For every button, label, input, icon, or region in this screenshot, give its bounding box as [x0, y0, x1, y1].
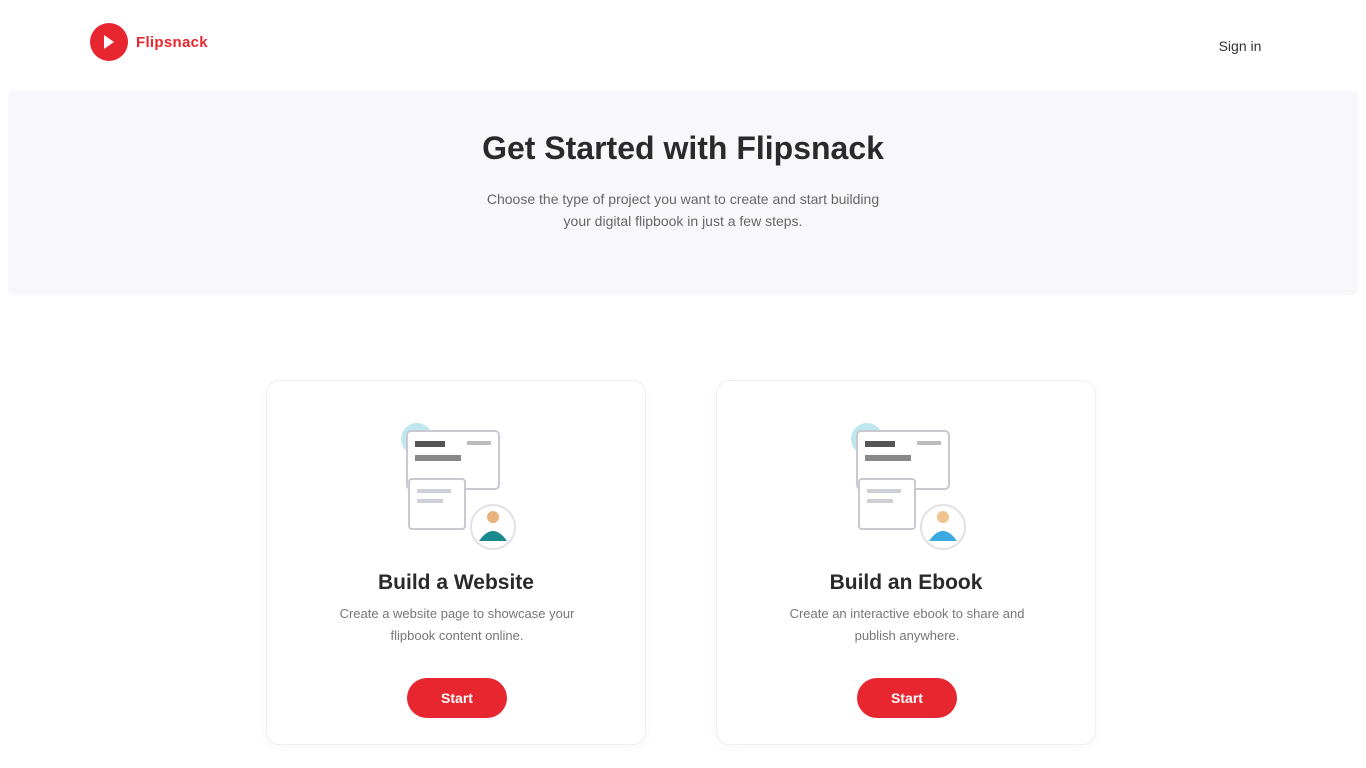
logo-icon [90, 23, 128, 61]
logo-text: Flipsnack [136, 33, 208, 51]
website-start-button[interactable]: Start [407, 678, 507, 718]
website-card[interactable]: Build a Website Create a website page to… [266, 380, 646, 745]
page-title: Get Started with Flipsnack [482, 130, 884, 166]
ebook-start-button[interactable]: Start [857, 678, 957, 718]
ebook-card[interactable]: Build an Ebook Create an interactive ebo… [716, 380, 1096, 745]
card-title: Build a Website [378, 571, 534, 594]
website-illustration-icon [387, 409, 537, 554]
card-title: Build an Ebook [829, 571, 983, 594]
top-navbar: Flipsnack Sign in [0, 0, 1366, 86]
ebook-illustration-icon [837, 409, 987, 554]
card-description: Create a website page to showcase your f… [339, 606, 575, 643]
page-subtitle: Choose the type of project you want to c… [486, 191, 880, 229]
sign-in-link[interactable]: Sign in [1207, 35, 1273, 57]
logo[interactable]: Flipsnack [90, 23, 208, 61]
card-description: Create an interactive ebook to share and… [789, 606, 1025, 643]
